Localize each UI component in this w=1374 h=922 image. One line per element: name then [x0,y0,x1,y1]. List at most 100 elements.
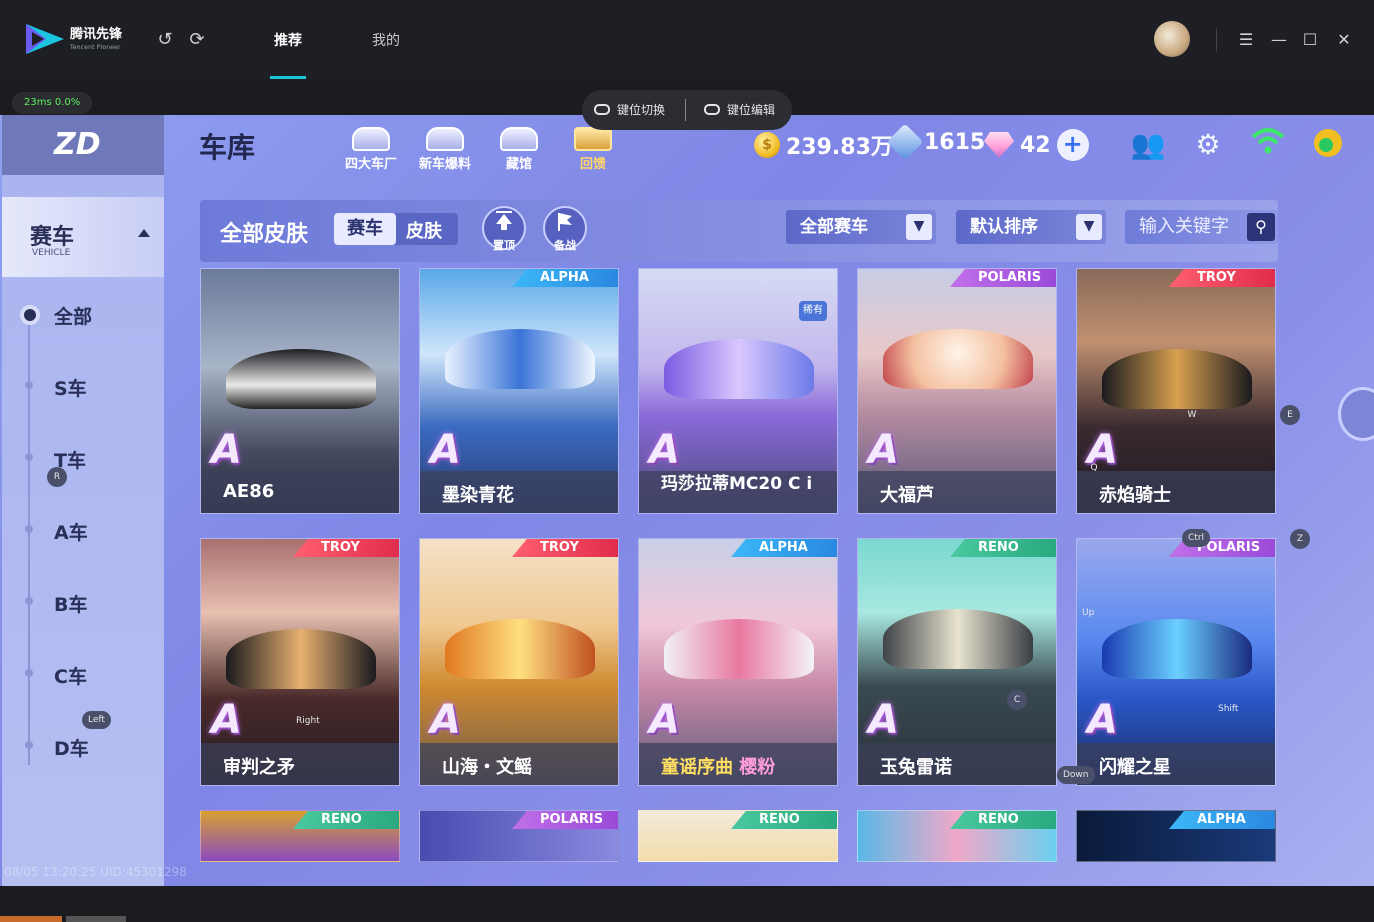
key-overlay-left: Left [82,711,111,729]
latency-badge: 23ms 0.0% [12,92,93,114]
garage-icon [500,127,538,151]
key-overlay-q: Q [1090,463,1098,473]
segment-skins[interactable]: 皮肤 [406,217,442,243]
car-body [664,619,814,679]
car-card-maserati[interactable]: 稀有 A 玛莎拉蒂MC20 C i [638,268,838,514]
car-card-partial[interactable]: POLARIS [419,810,619,862]
keymap-edit-button[interactable]: 键位编辑 [704,101,775,118]
wifi-signal-icon [1250,127,1286,163]
class-item-d[interactable]: D车 [54,734,89,761]
category-subtitle: VEHICLE [32,248,71,258]
key-overlay-shift: Shift [1218,704,1239,714]
back-logo-button[interactable]: ZD [2,115,164,175]
class-item-a[interactable]: A车 [54,518,88,545]
menu-icon[interactable]: ☰ [1236,30,1256,50]
brand-badge: ALPHA [731,539,837,557]
keymap-switch-label: 键位切换 [617,103,666,117]
class-item-all[interactable]: 全部 [54,302,92,329]
brand-badge: TROY [293,539,399,557]
car-card-partial[interactable]: RENO [638,810,838,862]
nav-collection[interactable]: 藏馆 [484,127,554,172]
car-card-partial[interactable]: RENO [200,810,400,862]
class-dot-icon [25,525,33,533]
car-card-shanyao[interactable]: POLARIS A 闪耀之星 [1076,538,1276,786]
car-name-sub: 樱粉 [739,757,776,778]
car-name: AE86 [201,471,399,513]
car-card-partial[interactable]: RENO [857,810,1057,862]
grade-badge: A [868,427,899,473]
car-card-shenpan[interactable]: TROY A 审判之矛 [200,538,400,786]
pin-label: 置顶 [493,239,515,252]
minimize-icon[interactable]: — [1269,30,1289,50]
car-name-main: 童谣序曲 [661,757,733,778]
class-dot-icon [25,669,33,677]
refresh-icon[interactable]: ⟳ [187,30,207,50]
search-input[interactable]: 输入关键字 ⚲ [1125,210,1278,244]
car-name: 墨染青花 [420,471,618,513]
car-card-ae86[interactable]: A AE86 [200,268,400,514]
sidebar-category-vehicle[interactable]: 赛车 VEHICLE [2,197,164,277]
car-card-yutu[interactable]: RENO A 玉兔雷诺 [857,538,1057,786]
brand-badge: POLARIS [950,269,1056,287]
car-card-moran[interactable]: ALPHA A 墨染青花 [419,268,619,514]
tab-mine[interactable]: 我的 [372,30,400,50]
car-card-chiyan[interactable]: TROY A 赤焰骑士 [1076,268,1276,514]
coin-value: 239.83万 [786,135,893,160]
search-icon[interactable]: ⚲ [1247,213,1275,241]
avatar[interactable] [1154,21,1190,57]
divider [1216,28,1217,52]
battle-label: 备战 [554,239,576,252]
maximize-icon[interactable]: ☐ [1300,30,1320,50]
brand-badge: RENO [950,539,1056,557]
nav-new-cars[interactable]: 新车爆料 [410,127,480,172]
brand-badge: POLARIS [512,811,618,829]
music-icon[interactable] [1310,127,1346,163]
sort-dropdown[interactable]: 默认排序 ▼ [956,210,1106,244]
app-window: { "titlebar": { "logo_text": "腾讯先锋", "lo… [0,0,1374,922]
tab-recommend[interactable]: 推荐 [274,30,302,50]
close-icon[interactable]: ✕ [1334,30,1354,50]
keymap-edit-label: 键位编辑 [727,103,776,117]
settings-gear-icon[interactable]: ⚙ [1190,127,1226,163]
key-overlay-w: W [1187,410,1197,420]
class-item-b[interactable]: B车 [54,590,87,617]
coin-balance: $239.83万 [754,129,893,161]
nav-rewards[interactable]: 回馈 [558,127,628,172]
class-timeline [28,325,30,765]
keymap-switch-button[interactable]: 键位切换 [594,101,665,118]
key-overlay-down: Down [1057,766,1095,784]
class-dot-icon [25,381,33,389]
uid-watermark: 08/05 13:20:25 UID:45301298 [4,865,187,879]
car-name: 玛莎拉蒂MC20 C i [639,471,837,513]
keymap-toolbar: 键位切换 键位编辑 [582,90,792,130]
add-currency-button[interactable]: + [1056,129,1089,161]
sort-value: 默认排序 [970,217,1038,237]
diamond-balance: 42 + [984,129,1089,161]
taskbar-item[interactable] [66,916,126,922]
car-card-shanhai[interactable]: TROY A 山海・文鳐 [419,538,619,786]
class-item-c[interactable]: C车 [54,662,87,689]
search-placeholder: 输入关键字 [1139,216,1229,237]
brand-badge: RENO [293,811,399,829]
side-handle-icon[interactable] [1338,387,1374,441]
car-card-partial[interactable]: ALPHA [1076,810,1276,862]
class-item-s[interactable]: S车 [54,374,87,401]
car-filter-dropdown[interactable]: 全部赛车 ▼ [786,210,936,244]
grade-badge: A [430,697,461,743]
taskbar-item[interactable] [0,916,62,922]
brand-badge: ALPHA [1169,811,1275,829]
undo-icon[interactable]: ↺ [155,30,175,50]
segment-cars[interactable]: 赛车 [334,213,396,245]
brand-badge: TROY [512,539,618,557]
title-bar: 腾讯先锋 Tencent Pioneer ↺ ⟳ 推荐 我的 ☰ — ☐ ✕ [0,0,1374,80]
brand-badge: RENO [950,811,1056,829]
chevron-down-icon: ▼ [1076,214,1102,240]
skin-filter-bar: 全部皮肤 赛车 皮肤 置顶 备战 全部赛车 ▼ 默认排序 ▼ 输入关键字 ⚲ [200,200,1278,262]
nav-label: 回馈 [579,157,606,172]
key-overlay-e: E [1280,405,1300,425]
bottom-bar [0,886,1374,922]
friends-icon[interactable]: 👥 [1130,127,1166,163]
car-card-dafulu[interactable]: POLARIS A 大福芦 [857,268,1057,514]
nav-four-factories[interactable]: 四大车厂 [336,127,406,172]
car-card-tongyao[interactable]: ALPHA A 童谣序曲 樱粉 [638,538,838,786]
